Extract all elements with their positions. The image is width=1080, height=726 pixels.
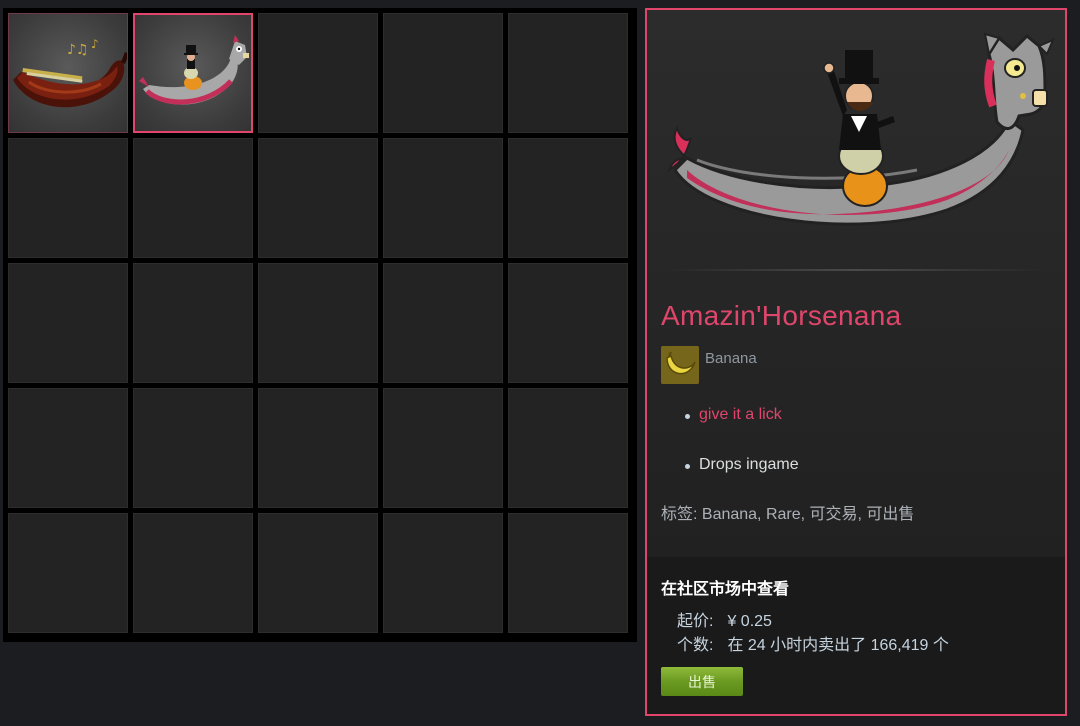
description-line: give it a lick bbox=[685, 406, 799, 424]
inventory-slot-empty[interactable] bbox=[383, 138, 503, 258]
volume-value: 在 24 小时内卖出了 166,419 个 bbox=[727, 637, 949, 654]
item-tags: 标签: Banana, Rare, 可交易, 可出售 bbox=[661, 506, 915, 523]
horsenana-icon bbox=[139, 35, 249, 105]
inventory-slot-empty[interactable] bbox=[133, 388, 253, 508]
inventory-slot-empty[interactable] bbox=[8, 388, 128, 508]
inventory-slot-empty[interactable] bbox=[258, 13, 378, 133]
sell-button[interactable]: 出售 bbox=[661, 667, 743, 696]
inventory-slot-empty[interactable] bbox=[133, 263, 253, 383]
inventory-slot-empty[interactable] bbox=[383, 388, 503, 508]
inventory-slot-empty[interactable] bbox=[508, 263, 628, 383]
inventory-slot-empty[interactable] bbox=[383, 513, 503, 633]
inventory-slot-empty[interactable] bbox=[258, 138, 378, 258]
inventory-slot-empty[interactable] bbox=[258, 263, 378, 383]
inventory-slot-red-banana[interactable]: ♪♫ ♪ bbox=[8, 13, 128, 133]
inventory-grid-container: ♪♫ ♪ bbox=[3, 8, 637, 642]
inventory-slot-empty[interactable] bbox=[508, 138, 628, 258]
hero-divider bbox=[665, 269, 1045, 271]
price-label: 起价: bbox=[677, 613, 714, 630]
description-line: Drops ingame bbox=[685, 456, 799, 474]
price-value: ¥ 0.25 bbox=[727, 613, 772, 630]
inventory-slot-empty[interactable] bbox=[258, 513, 378, 633]
inventory-slot-empty[interactable] bbox=[8, 138, 128, 258]
item-hero-image bbox=[666, 32, 1055, 226]
inventory-slot-empty[interactable] bbox=[133, 138, 253, 258]
inventory-slot-empty[interactable] bbox=[383, 13, 503, 133]
inventory-slot-empty[interactable] bbox=[8, 263, 128, 383]
inventory-slot-amazin-horsenana[interactable] bbox=[133, 13, 253, 133]
svg-text:♪♫: ♪♫ bbox=[67, 42, 89, 58]
inventory-slot-empty[interactable] bbox=[8, 513, 128, 633]
market-link[interactable]: 在社区市场中查看 bbox=[661, 575, 789, 599]
market-section: 在社区市场中查看 起价: ¥ 0.25 个数: 在 24 小时内卖出了 166,41… bbox=[647, 557, 1065, 714]
inventory-slot-empty[interactable] bbox=[383, 263, 503, 383]
inventory-grid: ♪♫ ♪ bbox=[8, 13, 628, 633]
volume-label: 个数: bbox=[677, 637, 714, 654]
inventory-slot-empty[interactable] bbox=[258, 388, 378, 508]
starting-price: 起价: ¥ 0.25 bbox=[677, 607, 772, 631]
item-name: Amazin'Horsenana bbox=[661, 300, 902, 331]
inventory-slot-empty[interactable] bbox=[508, 388, 628, 508]
description-list: give it a lick Drops ingame bbox=[685, 406, 799, 474]
sales-volume: 个数: 在 24 小时内卖出了 166,419 个 bbox=[677, 631, 949, 655]
inventory-slot-empty[interactable] bbox=[133, 513, 253, 633]
svg-text:♪: ♪ bbox=[91, 37, 99, 51]
inventory-slot-empty[interactable] bbox=[508, 13, 628, 133]
item-detail-panel: Amazin'Horsenana Banana give it a lick D… bbox=[645, 8, 1067, 716]
banana-game-icon bbox=[661, 346, 699, 384]
inventory-slot-empty[interactable] bbox=[508, 513, 628, 633]
red-banana-icon: ♪♫ ♪ bbox=[13, 37, 127, 108]
game-name: Banana bbox=[705, 350, 757, 367]
